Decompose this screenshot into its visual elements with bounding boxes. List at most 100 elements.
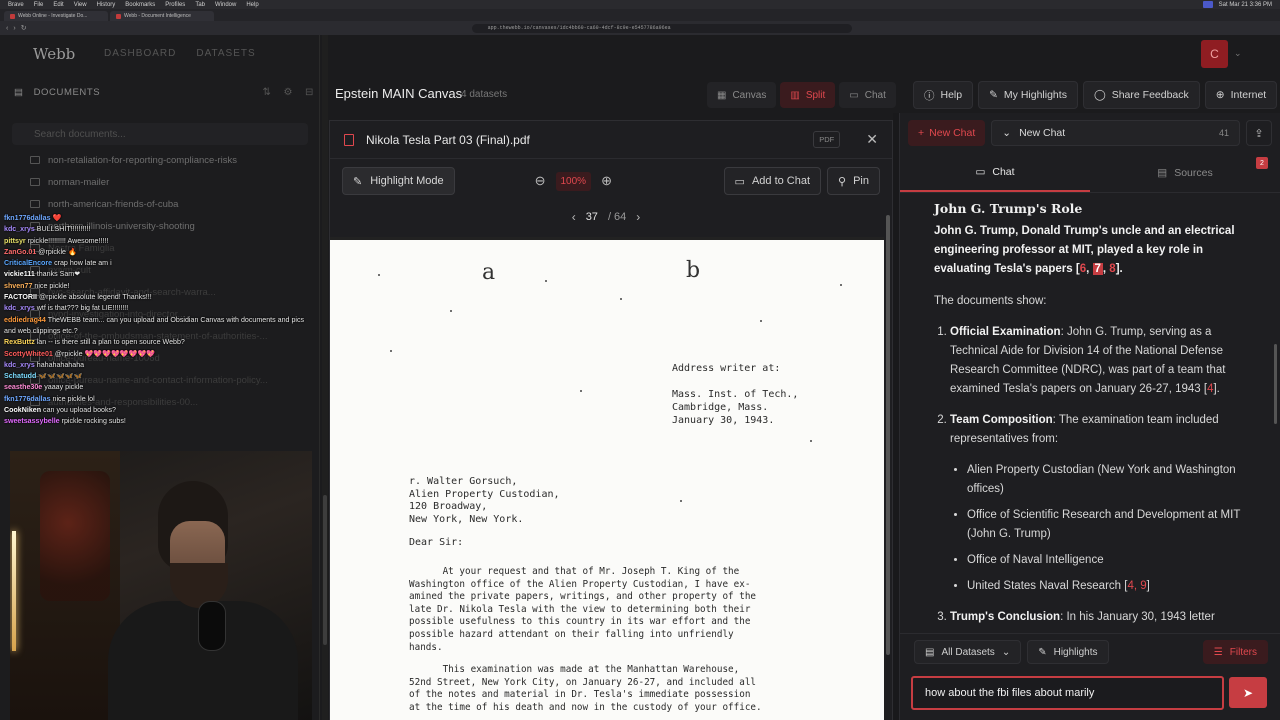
tab-chat[interactable]: ▭ Chat: [900, 153, 1090, 192]
top-actions: ⓘ Help ✎ My Highlights ◯ Share Feedback ⊕ In…: [913, 81, 1278, 109]
address-bar[interactable]: app.thewebb.io/canvases/1dc4bb60-ca60-4d…: [471, 23, 852, 33]
menu-item[interactable]: Bookmarks: [125, 2, 155, 8]
citation-link[interactable]: 4: [1207, 383, 1213, 395]
chat-text: and web clippings etc.?: [4, 326, 78, 335]
settings-icon[interactable]: ⚙: [283, 87, 293, 98]
prev-page-icon[interactable]: ‹: [572, 210, 576, 224]
menu-item[interactable]: Window: [215, 2, 236, 8]
citation-link[interactable]: 7: [1092, 263, 1103, 275]
collapse-icon[interactable]: ⊟: [305, 87, 314, 98]
help-button[interactable]: ⓘ Help: [913, 81, 974, 109]
folder-icon: [30, 200, 40, 208]
sidebar-scrollbar[interactable]: [322, 35, 328, 720]
stream-chat-line: fkn1776dallas nice pickle lol: [4, 394, 312, 405]
highlighter-icon: ✎: [989, 89, 998, 101]
stream-chat-line: fkn1776dallas ❤️: [4, 213, 312, 224]
stream-chat-overlay: fkn1776dallas ❤️ kdc_xrys BULLSHIT!!!!!!!…: [0, 213, 312, 451]
mode-chat-button[interactable]: ▭ Chat: [839, 82, 896, 108]
citation-link[interactable]: 6: [1080, 263, 1086, 275]
back-icon[interactable]: ‹: [6, 25, 8, 32]
chat-scrollbar[interactable]: [1272, 194, 1280, 623]
chat-selector[interactable]: ⌄ New Chat 41: [991, 120, 1240, 146]
filters-button[interactable]: ☰ Filters: [1202, 640, 1268, 664]
menu-item[interactable]: File: [34, 2, 44, 8]
highlights-button[interactable]: ✎ Highlights: [1027, 640, 1109, 664]
chat-panel: + New Chat ⌄ New Chat 41 ⇪ ▭ Chat ▤ Sources…: [899, 113, 1280, 720]
send-button[interactable]: ➤: [1229, 677, 1267, 708]
new-chat-button[interactable]: + New Chat: [908, 120, 986, 146]
app-logo[interactable]: Webb: [33, 45, 75, 63]
sidebar-toggle-icon[interactable]: ▤: [14, 87, 24, 98]
canvas-title: Epstein MAIN Canvas: [335, 86, 463, 101]
list-item[interactable]: non-retaliation-for-reporting-compliance…: [30, 149, 310, 171]
stream-chat-line: ZanGo.01 @rpickle 🔥: [4, 247, 312, 258]
add-to-chat-button[interactable]: ▭ Add to Chat: [723, 167, 822, 195]
chat-text: TheWEBB team... can you upload and Obsid…: [47, 315, 305, 324]
chat-username: kdc_xrys: [4, 304, 37, 313]
chat-count: 41: [1218, 128, 1229, 138]
forward-icon[interactable]: ›: [13, 25, 15, 32]
stream-chat-line: FACTORII @rpickle absolute legend! Thank…: [4, 292, 312, 303]
mode-split-button[interactable]: ▥ Split: [780, 82, 836, 108]
status-icon[interactable]: [1202, 1, 1213, 8]
documents-search-input[interactable]: Search documents...: [12, 123, 308, 145]
menu-item[interactable]: Brave: [8, 2, 24, 8]
menu-item[interactable]: Tab: [195, 2, 205, 8]
folder-icon: [30, 178, 40, 186]
mode-canvas-button[interactable]: ▦ Canvas: [707, 82, 777, 108]
grid-icon: ▦: [717, 89, 727, 101]
nav-datasets[interactable]: DATASETS: [196, 48, 255, 59]
internet-button[interactable]: ⊕ Internet: [1204, 81, 1278, 109]
zoom-in-icon[interactable]: ⊕: [601, 173, 612, 189]
nav-dashboard[interactable]: DASHBOARD: [104, 48, 176, 59]
stream-chat-line: CriticalEncore crap how late am i: [4, 258, 312, 269]
close-icon[interactable]: ✕: [866, 131, 878, 148]
citation-link[interactable]: 4, 9: [1127, 580, 1146, 592]
chat-text: 🦋🦋🦋🦋🦋: [38, 372, 83, 381]
stream-chat-line: pittsyr rpickle!!!!!!!!! Awesome!!!!!: [4, 236, 312, 247]
chat-username: pittsyr: [4, 236, 28, 245]
pin-button[interactable]: ⚲ Pin: [827, 167, 880, 195]
browser-toolbar: ‹ › ↻ app.thewebb.io/canvases/1dc4bb60-c…: [0, 21, 1280, 35]
highlight-mode-button[interactable]: ✎ Highlight Mode: [342, 167, 455, 195]
pdf-page[interactable]: a b Address writer at: Mass. Inst. of Te…: [330, 237, 885, 720]
chat-text: @rpickle absolute legend! Thanks!!!: [38, 293, 152, 302]
share-feedback-button[interactable]: ◯ Share Feedback: [1082, 81, 1200, 109]
pdf-scrollbar[interactable]: [884, 205, 892, 720]
zoom-out-icon[interactable]: ⊖: [535, 173, 546, 189]
chat-username: sweetsassybelle: [4, 417, 62, 426]
citation-link[interactable]: 8: [1109, 263, 1115, 275]
reload-icon[interactable]: ↻: [21, 24, 27, 32]
stream-chat-line: ScottyWhite01 @rpickle 💖💖💖💖💖💖💖💖: [4, 349, 312, 360]
next-page-icon[interactable]: ›: [636, 210, 640, 224]
pin-icon: ⚲: [838, 175, 847, 188]
sort-icon[interactable]: ⇅: [262, 87, 271, 98]
browser-tab[interactable]: Webb Online - Investigate Do...: [4, 11, 108, 21]
bullet-item: Office of Scientific Research and Develo…: [967, 506, 1247, 544]
menu-item[interactable]: Edit: [53, 2, 63, 8]
browser-tab[interactable]: Webb - Document Intelligence: [110, 11, 214, 21]
current-page[interactable]: 37: [586, 211, 598, 223]
chevron-down-icon[interactable]: ⌄: [1234, 48, 1242, 59]
chat-text: ❤️: [52, 214, 62, 222]
chat-input[interactable]: how about the fbi files about marily: [911, 676, 1224, 710]
zoom-level[interactable]: 100%: [555, 171, 592, 191]
menu-item[interactable]: View: [74, 2, 87, 8]
avatar[interactable]: C: [1201, 40, 1228, 68]
list-item[interactable]: norman-mailer: [30, 171, 310, 193]
all-datasets-dropdown[interactable]: ▤ All Datasets ⌄: [914, 640, 1022, 664]
documents-title: DOCUMENTS: [33, 87, 101, 98]
tab-sources[interactable]: ▤ Sources: [1090, 153, 1280, 192]
my-highlights-button[interactable]: ✎ My Highlights: [978, 81, 1078, 109]
database-icon: ▤: [925, 646, 935, 658]
os-menubar: Brave File Edit View History Bookmarks P…: [0, 0, 1280, 9]
menu-item[interactable]: Help: [246, 2, 258, 8]
chat-text: BULLSHIT!!!!!!!!!!: [36, 225, 91, 234]
menu-item[interactable]: History: [97, 2, 116, 8]
chat-username: Schatudd: [4, 372, 39, 381]
chat-username: RexButtz: [4, 338, 37, 347]
share-icon[interactable]: ⇪: [1246, 120, 1272, 146]
list-item[interactable]: north-american-friends-of-cuba: [30, 193, 310, 215]
menu-item[interactable]: Profiles: [165, 2, 185, 8]
tab-favicon-icon: [116, 13, 121, 19]
